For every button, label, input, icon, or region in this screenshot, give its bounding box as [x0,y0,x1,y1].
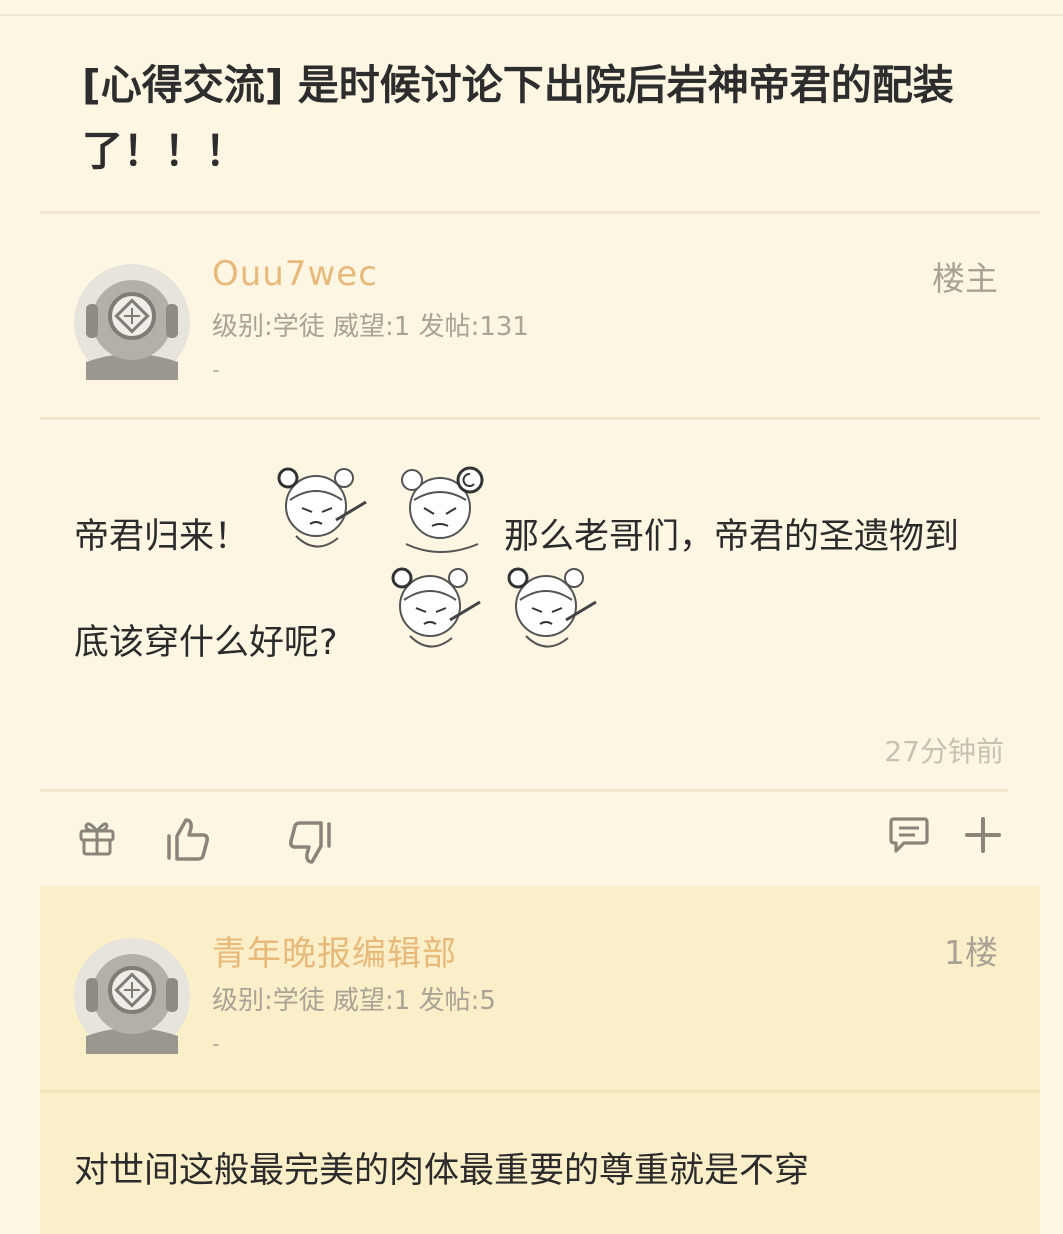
reply-text: 对世间这般最完美的肉体最重要的尊重就是不穿 [74,1151,810,1191]
action-divider [40,789,1008,792]
user-signature: - [212,1032,220,1057]
post-text-line1-b: 那么老哥们，帝君的圣遗物到 [504,517,960,557]
header-divider [40,1090,1040,1093]
avatar[interactable] [74,264,190,380]
post-text-line1-a: 帝君归来！ [74,517,250,557]
username[interactable]: 青年晚报编辑部 [212,926,457,975]
avatar[interactable] [74,938,190,1054]
thumbs-up-icon[interactable] [164,816,210,862]
header-divider [40,417,1040,420]
thread-title: [心得交流] 是时候讨论下出院后岩神帝君的配装了！！！ [82,61,954,175]
anime-sticker-icon [391,567,481,648]
plus-icon[interactable] [964,816,1002,854]
anime-sticker-icon [507,567,597,648]
comment-icon[interactable] [888,814,930,856]
floor-label: 楼主 [932,259,998,298]
original-post: Ouu7wec 级别:学徒 威望:1 发帖:131 - 楼主 帝君归来！ 那么老… [40,214,1040,886]
gift-icon[interactable] [76,816,118,858]
thread-page: [心得交流] 是时候讨论下出院后岩神帝君的配装了！！！ Ouu7wec 级别:学… [0,0,1063,1234]
floor-label: 1楼 [944,933,998,972]
user-meta: 级别:学徒 威望:1 发帖:131 [212,312,529,342]
post-time: 27分钟前 [884,735,1004,768]
anime-sticker-icon [401,466,484,553]
post-text-line2: 底该穿什么好呢? [74,623,338,663]
user-signature: - [212,358,220,383]
anime-sticker-icon [277,467,367,548]
diving-helmet-icon [86,954,178,1054]
diving-helmet-icon [86,280,178,380]
reply-post: 青年晚报编辑部 级别:学徒 威望:1 发帖:5 - 1楼 对世间这般最完美的肉体… [40,886,1040,1234]
top-divider [0,14,1063,16]
thumbs-down-icon[interactable] [288,820,334,866]
user-meta: 级别:学徒 威望:1 发帖:5 [212,986,496,1016]
username[interactable]: Ouu7wec [212,254,378,294]
